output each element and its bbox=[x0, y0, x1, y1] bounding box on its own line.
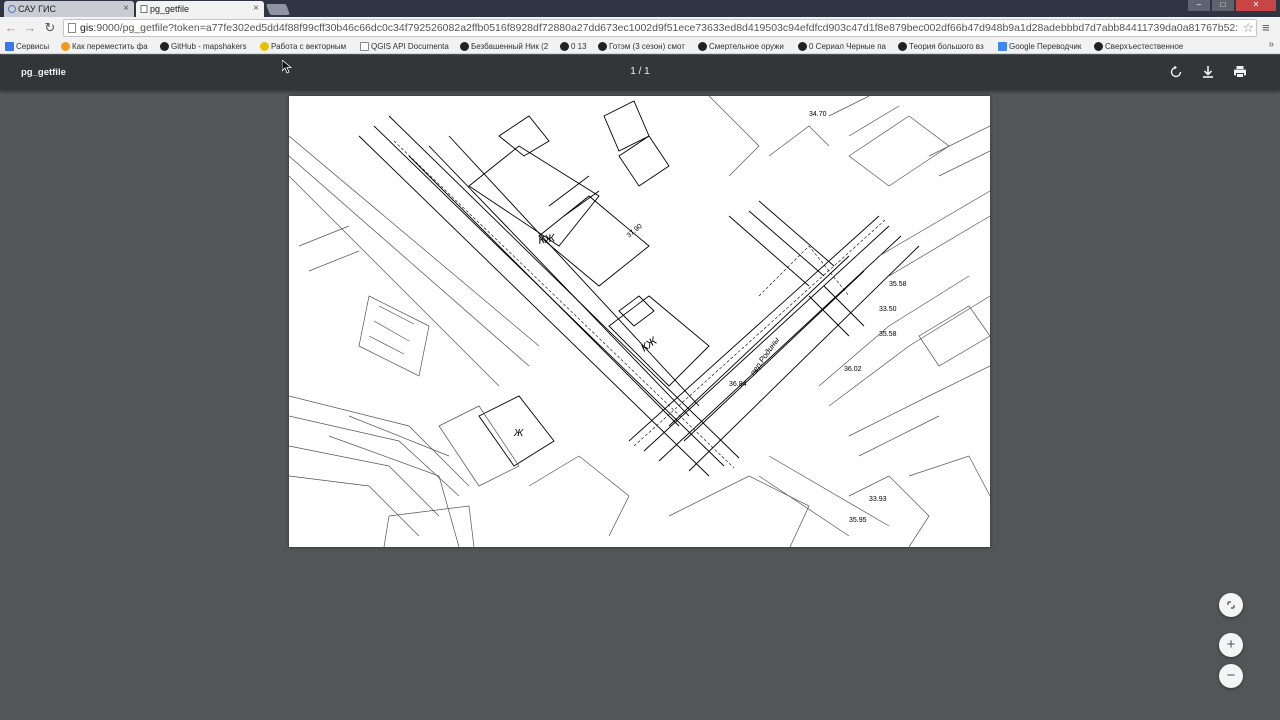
tab-sau-gis[interactable]: САУ ГИС × bbox=[4, 1, 134, 17]
download-icon[interactable] bbox=[1200, 64, 1216, 80]
bookmark-label: Как переместить фа bbox=[72, 42, 148, 51]
github-icon bbox=[160, 42, 169, 51]
browser-toolbar: ← → ↻ gis:9000/pg_getfile?token=a77fe302… bbox=[0, 17, 1280, 39]
reload-icon[interactable]: ↻ bbox=[42, 20, 58, 36]
pdf-toolbar: pg_getfile 1 / 1 bbox=[0, 55, 1280, 90]
map-label: 35.58 bbox=[889, 281, 907, 288]
page-indicator: 1 / 1 bbox=[620, 66, 660, 77]
address-bar[interactable]: gis:9000/pg_getfile?token=a77fe302ed5dd4… bbox=[63, 19, 1257, 37]
avatar-icon bbox=[460, 42, 469, 51]
map-label: 34.70 bbox=[809, 111, 827, 118]
bookmark-item[interactable]: 0 13 bbox=[559, 40, 593, 53]
cadastral-map: КЖ КЖ Ж пер.Родины 37.90 35.58 36.02 33.… bbox=[289, 96, 990, 547]
avatar-icon bbox=[560, 42, 569, 51]
mouse-cursor-icon bbox=[282, 60, 292, 74]
total-pages: 1 bbox=[644, 66, 650, 77]
new-tab-button[interactable] bbox=[265, 4, 291, 15]
bookmark-item[interactable]: Теория большого вз bbox=[897, 40, 991, 53]
bookmark-item[interactable]: Работа с векторным bbox=[259, 40, 351, 53]
tab-pg-getfile[interactable]: pg_getfile × bbox=[136, 1, 264, 17]
url-path: :9000/pg_getfile?token=a77fe302ed5dd4f88… bbox=[93, 22, 1239, 34]
star-icon[interactable]: ☆ bbox=[1242, 20, 1254, 36]
close-window-button[interactable]: ✕ bbox=[1236, 0, 1276, 11]
atom-icon bbox=[898, 42, 907, 51]
apps-icon bbox=[5, 42, 14, 51]
bookmark-label: Смертельное оружи bbox=[709, 42, 784, 51]
map-label: Ж bbox=[513, 428, 524, 439]
document-title: pg_getfile bbox=[21, 67, 66, 78]
close-icon[interactable]: × bbox=[123, 3, 129, 14]
bookmark-label: Google Переводчик bbox=[1009, 42, 1082, 51]
zoom-out-button[interactable]: − bbox=[1219, 664, 1243, 688]
map-label: 35.95 bbox=[849, 517, 867, 524]
bookmark-label: QGIS API Documenta bbox=[371, 42, 449, 51]
tab-title: САУ ГИС bbox=[18, 4, 56, 14]
map-label: 33.50 bbox=[879, 306, 897, 313]
page-icon bbox=[68, 23, 76, 33]
avatar-icon bbox=[698, 42, 707, 51]
pencil-icon bbox=[260, 42, 269, 51]
bookmark-label: Сверхъестественное bbox=[1105, 42, 1184, 51]
maximize-button[interactable]: □ bbox=[1212, 0, 1234, 11]
pdf-page: КЖ КЖ Ж пер.Родины 37.90 35.58 36.02 33.… bbox=[289, 96, 990, 547]
bookmarks-bar: Сервисы Как переместить фа GitHub - maps… bbox=[0, 39, 1280, 54]
menu-icon[interactable]: ≡ bbox=[1262, 20, 1270, 35]
bookmark-item[interactable]: Сверхъестественное bbox=[1093, 40, 1193, 53]
bookmark-label: 0 13 bbox=[571, 42, 587, 51]
minimize-button[interactable]: – bbox=[1188, 0, 1210, 11]
bookmark-label: Готэм (3 сезон) смот bbox=[609, 42, 685, 51]
document-icon bbox=[140, 5, 148, 13]
bookmark-label: GitHub - mapshakers bbox=[171, 42, 247, 51]
bookmark-item[interactable]: Google Переводчик bbox=[997, 40, 1089, 53]
map-label: 36.84 bbox=[729, 381, 747, 388]
map-label: 35.58 bbox=[879, 331, 897, 338]
avatar-icon bbox=[798, 42, 807, 51]
bookmark-item[interactable]: Безбашенный Ник (2 bbox=[459, 40, 551, 53]
bookmark-favicon bbox=[61, 42, 70, 51]
bookmark-item[interactable]: Смертельное оружи bbox=[697, 40, 789, 53]
url-host: gis bbox=[80, 22, 94, 34]
bookmark-item[interactable]: Сервисы bbox=[4, 40, 56, 53]
chevron-right-icon[interactable]: » bbox=[1268, 39, 1274, 50]
globe-icon bbox=[8, 5, 16, 13]
bookmark-label: Теория большого вз bbox=[909, 42, 984, 51]
current-page[interactable]: 1 bbox=[630, 66, 636, 77]
bookmark-item[interactable]: Готэм (3 сезон) смот bbox=[597, 40, 689, 53]
map-label: 33.93 bbox=[869, 496, 887, 503]
fit-page-button[interactable] bbox=[1219, 593, 1243, 617]
tab-title: pg_getfile bbox=[150, 4, 190, 14]
arrow-right-icon[interactable]: → bbox=[22, 20, 38, 36]
fit-page-icon bbox=[1227, 601, 1235, 609]
tab-strip: САУ ГИС × pg_getfile × – □ ✕ bbox=[0, 0, 1280, 17]
avatar-icon bbox=[1094, 42, 1103, 51]
bookmark-item[interactable]: Как переместить фа bbox=[60, 40, 152, 53]
arrow-left-icon[interactable]: ← bbox=[3, 20, 19, 36]
close-icon[interactable]: × bbox=[253, 3, 259, 14]
bookmark-item[interactable]: 0 Сериал Черные па bbox=[797, 40, 889, 53]
bookmark-label: 0 Сериал Черные па bbox=[809, 42, 887, 51]
bookmark-label: Сервисы bbox=[16, 42, 50, 51]
bookmark-item[interactable]: GitHub - mapshakers bbox=[159, 40, 251, 53]
bookmark-label: Безбашенный Ник (2 bbox=[471, 42, 549, 51]
zoom-in-button[interactable]: + bbox=[1219, 633, 1243, 657]
map-label: 36.02 bbox=[844, 366, 862, 373]
print-icon[interactable] bbox=[1232, 64, 1248, 80]
bookmark-item[interactable]: QGIS API Documenta bbox=[359, 40, 451, 53]
document-icon bbox=[360, 42, 369, 51]
page-separator: / bbox=[638, 66, 642, 77]
bookmark-label: Работа с векторным bbox=[271, 42, 347, 51]
translate-icon bbox=[998, 42, 1007, 51]
avatar-icon bbox=[598, 42, 607, 51]
rotate-icon[interactable] bbox=[1168, 64, 1184, 80]
